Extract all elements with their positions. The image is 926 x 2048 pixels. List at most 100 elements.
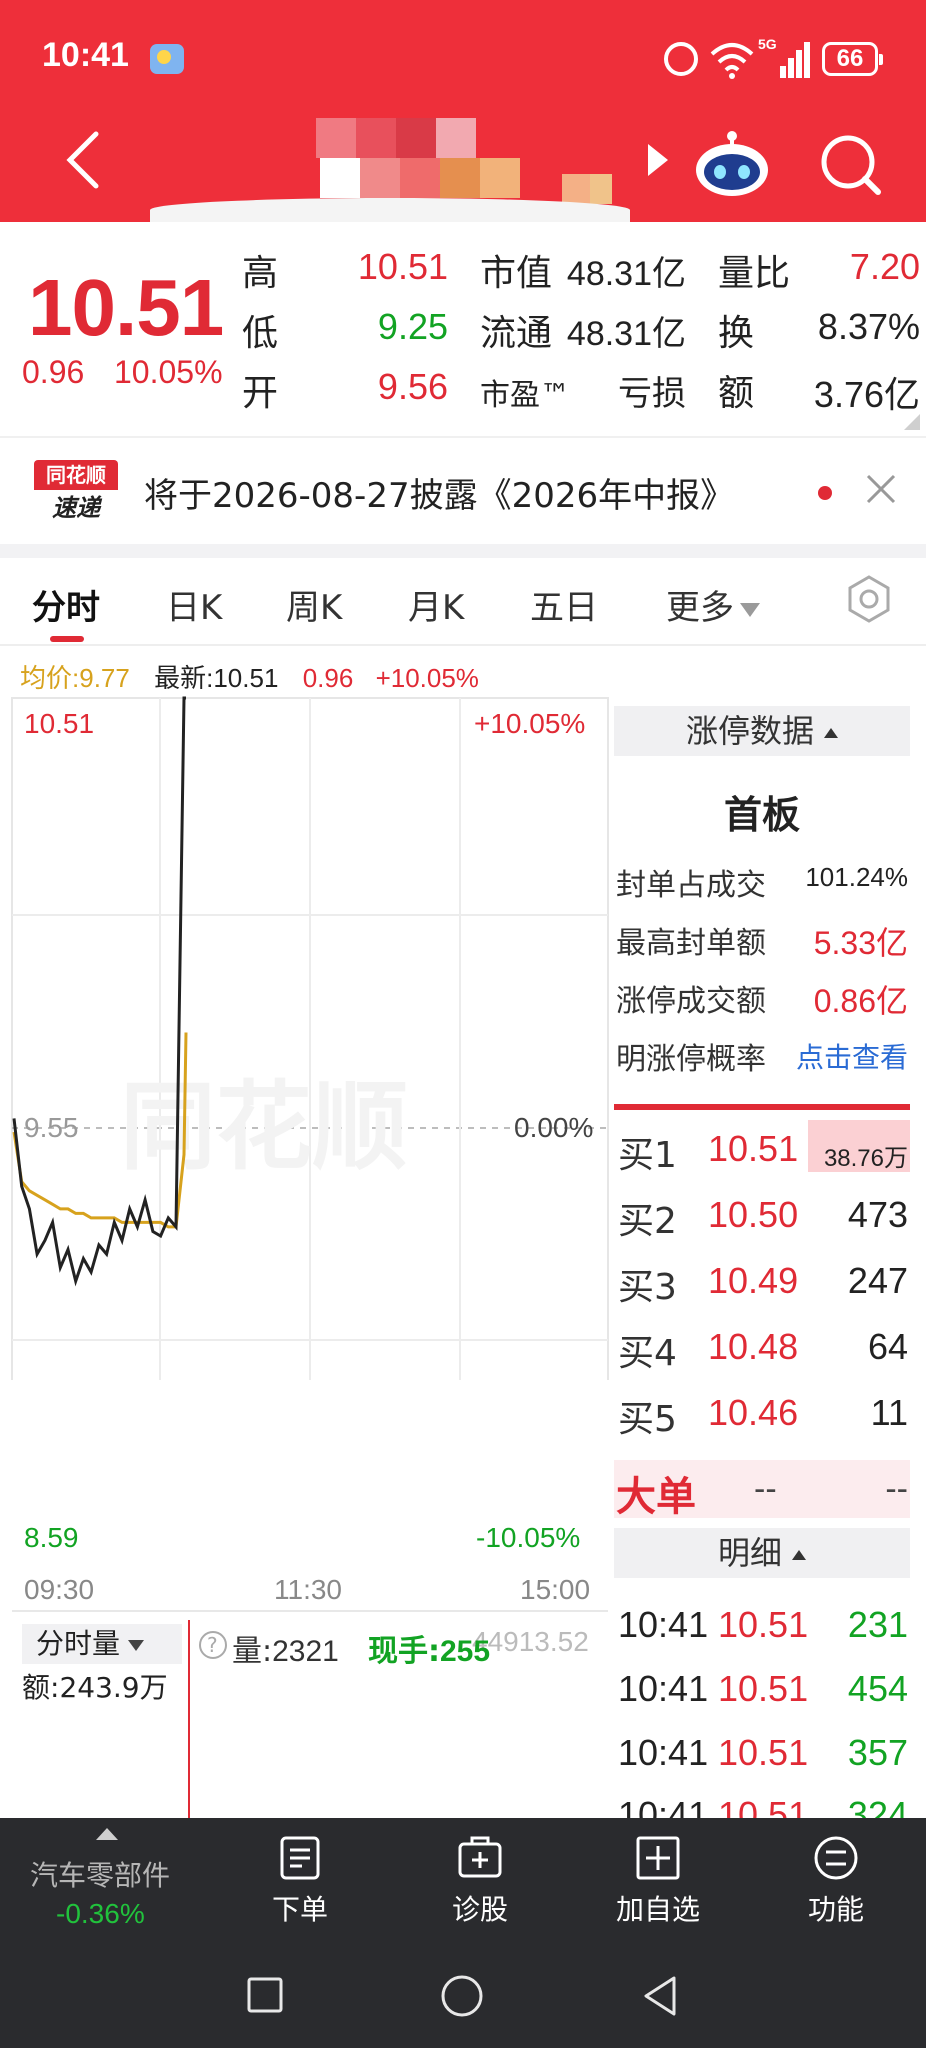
pe-label: 市盈™ [480,378,570,413]
tab-daily-k[interactable]: 日K [166,580,222,629]
limit-item-label: 涨停成交额 [616,984,766,1019]
limit-data-header[interactable]: 涨停数据 [614,706,910,756]
tab-intraday[interactable]: 分时 [32,580,100,629]
add-square-icon [636,1836,680,1880]
intraday-chart[interactable]: 同花顺 [0,690,612,1380]
amount-value: 3.76亿 [813,374,920,415]
unread-dot-icon [818,486,832,500]
order-button[interactable]: 下单 [240,1818,360,1942]
y-axis-bottom: 8.59 [24,1522,79,1553]
float-cap-label: 流通 [480,313,553,354]
limit-board-type: 首板 [723,793,800,837]
battery-icon: 66 [822,42,883,76]
limit-item-label: 明涨停概率 [616,1042,766,1077]
expand-corner-icon[interactable] [904,414,920,430]
limit-item-value: 5.33亿 [813,925,908,961]
chevron-up-icon [792,1550,806,1560]
home-icon[interactable] [440,1974,484,2018]
diagnose-icon [458,1836,502,1878]
trade-volume: 357 [847,1732,908,1773]
info-change: 0.96 [302,663,354,693]
bid-volume: 247 [847,1260,908,1301]
pct-axis-bottom: -10.05% [476,1522,581,1553]
search-icon[interactable] [818,132,884,198]
avg-price-label: 均价: [20,663,80,693]
weather-icon [150,44,184,74]
notice-text: 将于2026-08-27披露《2026年中报》 [144,476,735,516]
trade-time: 10:41 [618,1732,709,1773]
sector-name[interactable]: 汽车零部件 [30,1854,170,1894]
menu-circle-icon [814,1836,858,1880]
low-label: 低 [242,313,279,354]
back-button[interactable] [62,128,102,192]
chart-tabs: 分时 日K 周K 月K 五日 更多 [0,558,926,646]
signal-icon [780,42,810,78]
time-axis-start: 09:30 [24,1574,95,1605]
trade-time: 10:41 [618,1668,709,1709]
help-icon[interactable]: ? [198,1630,228,1660]
time-axis-mid: 11:30 [274,1574,342,1605]
robot-assistant-icon[interactable] [694,130,770,198]
low-value: 9.25 [377,306,448,347]
volume-total: 量:2321 [232,1634,339,1669]
volume-bar [188,1620,190,1820]
notice-bar[interactable]: 同花顺 速递 将于2026-08-27披露《2026年中报》 [0,436,926,544]
latest-label: 最新: [154,663,214,693]
alarm-icon [664,42,698,76]
tab-monthly-k[interactable]: 月K [408,580,464,629]
function-button[interactable]: 功能 [776,1818,896,1942]
time-axis-end: 15:00 [520,1574,591,1605]
tab-weekly-k[interactable]: 周K [286,580,342,629]
volume-ratio-value: 7.20 [849,246,920,287]
turnover-label: 换 [718,313,755,354]
limit-item-value: 101.24% [805,862,908,892]
pe-value: 亏损 [618,375,686,413]
diagnose-button[interactable]: 诊股 [420,1818,540,1942]
bid-price: 10.51 [708,1128,799,1169]
volume-ratio-label: 量比 [718,253,791,294]
recent-apps-icon[interactable] [246,1976,284,2014]
big-order-value-2: -- [885,1470,908,1508]
order-icon [280,1836,320,1880]
avg-price-value: 9.77 [79,663,130,693]
nav-back-icon[interactable] [640,1974,680,2018]
turnover-value: 8.37% [817,306,920,347]
intraday-info-row: 均价:9.77 最新:10.51 0.96 +10.05% [20,658,479,694]
open-value: 9.56 [377,366,448,407]
bid-price: 10.50 [708,1194,799,1235]
tab-more[interactable]: 更多 [666,580,760,629]
latest-value: 10.51 [213,663,279,693]
market-cap-label: 市值 [480,253,553,294]
bid-volume: 64 [867,1326,908,1367]
detail-header[interactable]: 明细 [614,1528,910,1578]
volume-panel: 分时量 ? 额:243.9万 量:2321 44913.52 现手:255 [12,1610,608,1820]
active-tab-indicator [50,636,84,642]
quote-panel: 10.51 0.96 10.05% 高 10.51 市值 48.31亿 量比 7… [0,222,926,436]
app-header: 10:41 5G 66 [0,0,926,222]
add-watchlist-button[interactable]: 加自选 [598,1818,718,1942]
chevron-up-icon [824,728,838,738]
bid-volume: 11 [870,1392,908,1433]
float-cap-value: 48.31亿 [566,315,686,353]
y-axis-mid: 9.55 [24,1112,79,1143]
close-icon[interactable] [862,470,900,508]
trade-time: 10:41 [618,1604,709,1645]
price-change: 0.96 [22,354,85,390]
view-probability-link[interactable]: 点击查看 [796,1036,908,1076]
current-hand: 现手:255 [368,1634,491,1669]
tab-five-day[interactable]: 五日 [530,580,598,629]
trade-volume: 231 [847,1604,908,1645]
settings-hexagon-icon[interactable] [844,574,894,624]
limit-item-label: 封单占成交 [616,868,766,903]
bid-price: 10.49 [708,1260,799,1301]
play-icon[interactable] [644,140,672,180]
stock-name-pixelated [150,118,630,222]
price-change-pct: 10.05% [114,354,223,390]
amount-label: 额 [718,373,755,414]
trade-price: 10.51 [718,1732,809,1773]
current-price: 10.51 [28,263,224,352]
status-time: 10:41 [42,36,129,74]
expand-up-icon[interactable] [96,1828,118,1840]
bid-price: 10.48 [708,1326,799,1367]
volume-selector[interactable]: 分时量 [22,1624,182,1664]
